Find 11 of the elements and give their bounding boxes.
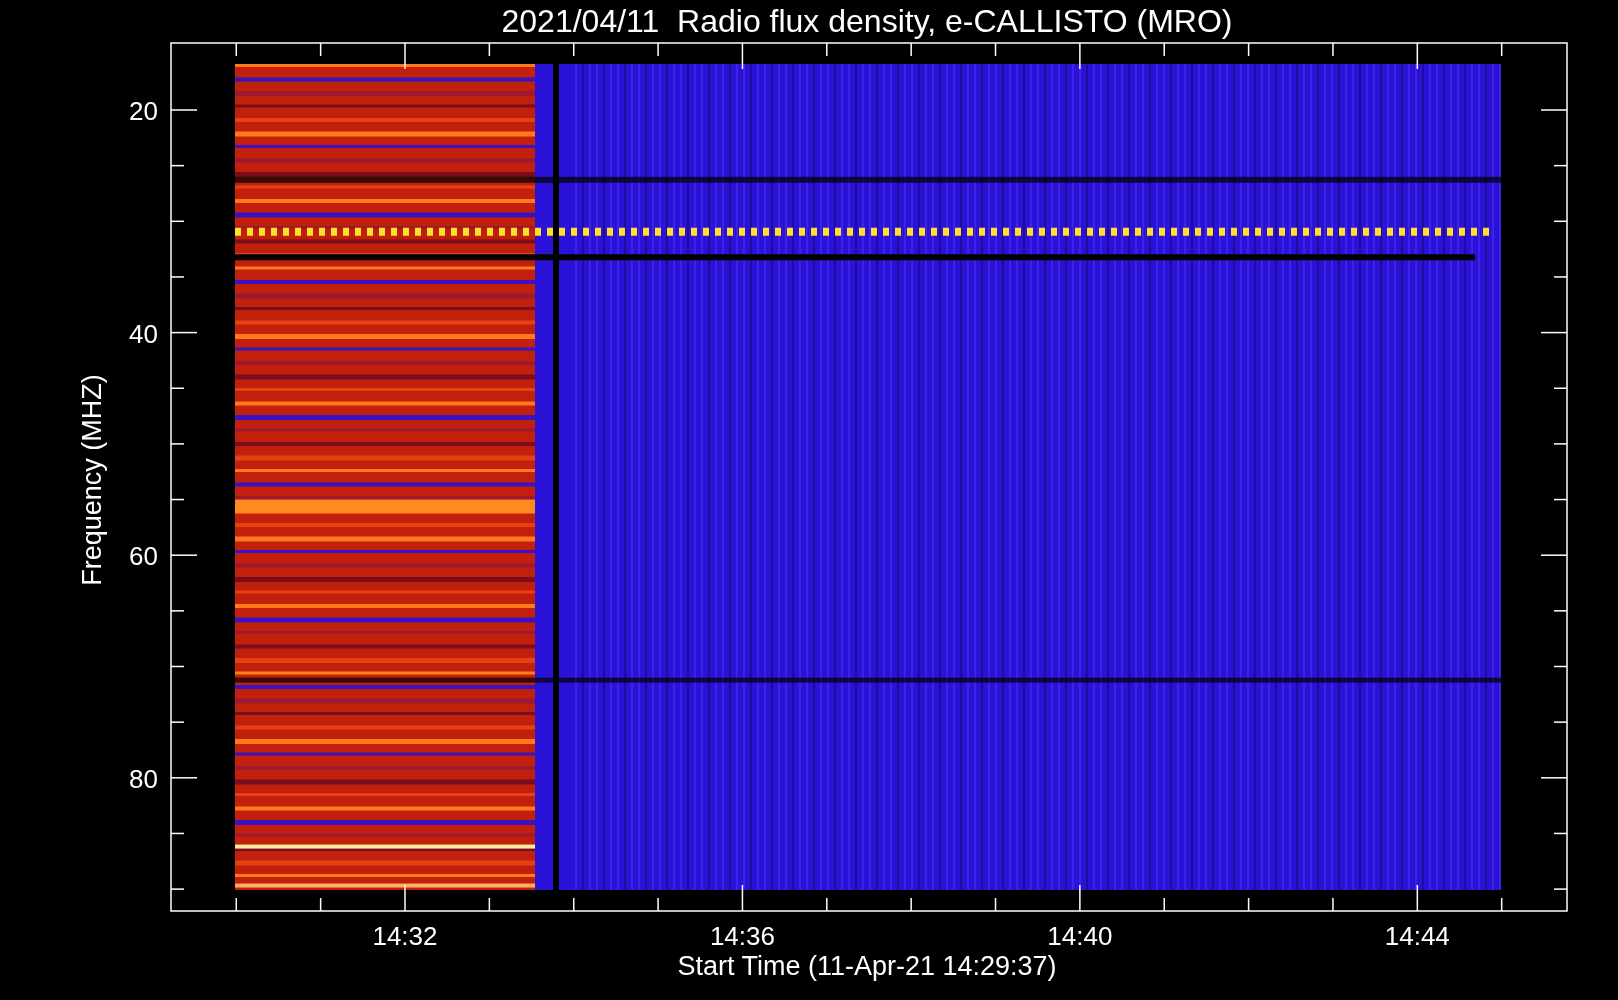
y-tick-label: 40 <box>129 318 158 349</box>
x-axis-label: Start Time (11-Apr-21 14:29:37) <box>677 951 1057 981</box>
chart-title: 2021/04/11 Radio flux density, e-CALLISTO (MRO) <box>501 3 1233 39</box>
y-tick-label: 60 <box>129 541 158 572</box>
x-tick-label: 14:44 <box>1384 921 1450 951</box>
y-axis-label: Frequency (MHZ) <box>77 374 107 586</box>
x-tick-label: 14:40 <box>1047 921 1113 951</box>
x-tick-label: 14:36 <box>709 921 775 951</box>
y-tick-label: 80 <box>129 763 158 794</box>
y-tick-label: 20 <box>129 96 158 126</box>
x-tick-label: 14:32 <box>372 921 438 951</box>
